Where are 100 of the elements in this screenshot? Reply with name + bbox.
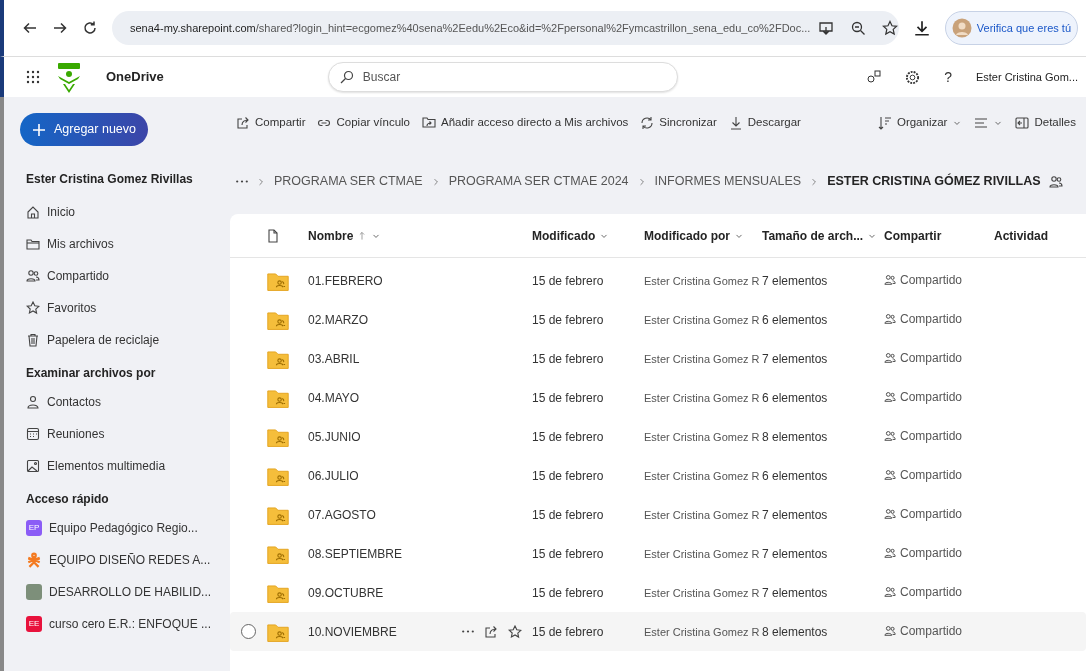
column-header[interactable]: Tamaño de arch... — [762, 226, 878, 245]
back-button[interactable] — [22, 20, 38, 36]
initials-avatar: EE — [26, 616, 42, 632]
sidebar-item[interactable]: Favoritos — [20, 292, 230, 324]
modified-by: Ester Cristina Gomez R — [644, 391, 760, 404]
file-row[interactable]: 09.OCTUBRE 15 de febrero Ester Cristina Gomez R 7 elementos Compartido — [230, 573, 1086, 612]
settings-icon[interactable] — [905, 69, 921, 85]
app-launcher-icon[interactable] — [26, 70, 40, 84]
profile-label: Verifica que eres tú — [976, 20, 1071, 36]
section-heading: Examinar archivos por — [25, 365, 157, 382]
file-row[interactable]: 05.JUNIO 15 de febrero Ester Cristina Gomez R 8 elementos Compartido — [230, 417, 1086, 456]
file-row[interactable]: 01.FEBRERO 15 de febrero Ester Cristina Gomez R 7 elementos Compartido — [230, 261, 1086, 300]
reload-button[interactable] — [82, 20, 98, 36]
file-row[interactable]: 10.NOVIEMBRE 15 de febrero Ester Cristina Gomez R 8 elementos Compartido — [230, 612, 1086, 651]
section-heading: Acceso rápido — [25, 491, 110, 508]
quick-access-item[interactable]: DESARROLLO DE HABILID... — [20, 576, 230, 608]
shortcut-icon — [422, 116, 436, 130]
toolbar-button[interactable]: Organizar — [877, 114, 963, 132]
quick-access-item[interactable]: EQUIPO DISEÑO REDES A... — [20, 544, 230, 576]
sidebar-item[interactable]: Mis archivos — [20, 228, 230, 260]
address-bar[interactable]: sena4-my.sharepoint.com/shared?login_hint=ecgomez%40sena%2Eedu%2Eco&id=%2Fpersonal%2Fymcastrillon_sena_edu_co%2FDoc... — [112, 11, 899, 45]
modified-date: 15 de febrero — [532, 312, 604, 327]
file-row[interactable]: 07.AGOSTO 15 de febrero Ester Cristina Gomez R 7 elementos Compartido — [230, 495, 1086, 534]
file-name[interactable]: 01.FEBRERO — [308, 271, 383, 290]
sidebar-item[interactable]: Papelera de reciclaje — [20, 324, 230, 356]
people-icon — [884, 351, 896, 364]
modified-by: Ester Cristina Gomez R — [644, 430, 760, 443]
file-row[interactable]: 02.MARZO 15 de febrero Ester Cristina Gomez R 6 elementos Compartido — [230, 300, 1086, 339]
file-row[interactable]: 06.JULIO 15 de febrero Ester Cristina Gomez R 6 elementos Compartido — [230, 456, 1086, 495]
search-field[interactable]: Buscar — [327, 62, 678, 92]
breadcrumb-link[interactable]: INFORMES MENSUALES — [654, 172, 802, 191]
folder-icon — [26, 237, 40, 251]
column-header[interactable]: Nombre — [308, 226, 382, 245]
initials-avatar: EP — [26, 520, 42, 536]
modified-date: 15 de febrero — [532, 390, 604, 405]
help-button[interactable]: ? — [944, 66, 952, 88]
file-row[interactable]: 04.MAYO 15 de febrero Ester Cristina Gomez R 6 elementos Compartido — [230, 378, 1086, 417]
column-header[interactable]: Modificado — [532, 226, 610, 245]
photo-placeholder — [26, 584, 42, 600]
people-icon — [26, 269, 40, 283]
file-name[interactable]: 10.NOVIEMBRE — [308, 622, 397, 641]
sidebar-item[interactable]: Inicio — [20, 196, 230, 228]
more-actions-button[interactable] — [462, 630, 474, 633]
sidebar-item[interactable]: Elementos multimedia — [20, 450, 230, 482]
people-icon — [884, 468, 896, 481]
file-name[interactable]: 09.OCTUBRE — [308, 583, 384, 602]
sharing-status: Compartido — [884, 582, 963, 601]
file-name[interactable]: 07.AGOSTO — [308, 505, 376, 524]
toolbar-button[interactable]: Compartir — [236, 114, 306, 132]
modified-by: Ester Cristina Gomez R — [644, 508, 760, 521]
sharing-status: Compartido — [884, 465, 963, 484]
file-name[interactable]: 05.JUNIO — [308, 427, 361, 446]
people-icon — [884, 390, 896, 403]
image-icon — [26, 459, 40, 473]
star-icon[interactable] — [508, 624, 522, 639]
item-count: 6 elementos — [762, 390, 828, 405]
app-name[interactable]: OneDrive — [106, 67, 164, 87]
column-header[interactable]: Actividad — [994, 226, 1048, 245]
column-header[interactable]: Compartir — [884, 226, 942, 245]
column-header[interactable]: Modificado por — [644, 226, 744, 245]
file-name[interactable]: 03.ABRIL — [308, 349, 360, 368]
file-name[interactable]: 02.MARZO — [308, 310, 368, 329]
profile-button[interactable]: Verifica que eres tú — [944, 11, 1078, 45]
breadcrumb-link[interactable]: PROGRAMA SER CTMAE 2024 — [448, 172, 629, 191]
more-button[interactable] — [236, 180, 248, 183]
sidebar-item[interactable]: Compartido — [20, 260, 230, 292]
share-icon[interactable] — [484, 624, 498, 639]
item-count: 7 elementos — [762, 351, 828, 366]
user-name[interactable]: Ester Cristina Gom... — [975, 68, 1078, 86]
sidebar-item[interactable]: Contactos — [20, 386, 230, 418]
toolbar-button[interactable]: Añadir acceso directo a Mis archivos — [422, 114, 629, 132]
file-name[interactable]: 04.MAYO — [308, 388, 360, 407]
sharing-status: Compartido — [884, 543, 963, 562]
breadcrumb-link[interactable]: PROGRAMA SER CTMAE — [274, 172, 423, 191]
star-icon[interactable] — [882, 20, 899, 36]
quick-access-item[interactable]: EP Equipo Pedagógico Regio... — [20, 512, 230, 544]
toolbar-button[interactable]: Descargar — [728, 114, 801, 132]
toolbar-button[interactable]: Sincronizar — [640, 114, 717, 132]
file-row[interactable]: 08.SEPTIEMBRE 15 de febrero Ester Cristina Gomez R 7 elementos Compartido — [230, 534, 1086, 573]
people-icon — [884, 507, 896, 520]
people-icon — [884, 312, 896, 325]
file-name[interactable]: 08.SEPTIEMBRE — [308, 544, 403, 563]
sharing-status: Compartido — [884, 387, 963, 406]
add-new-button[interactable]: Agregar nuevo — [20, 113, 148, 146]
diagram-icon[interactable] — [867, 70, 882, 84]
zoom-icon[interactable] — [850, 20, 867, 36]
sidebar-item[interactable]: Reuniones — [20, 418, 230, 450]
row-select-radio[interactable] — [240, 624, 256, 639]
download-icon[interactable] — [912, 19, 931, 37]
people-icon — [884, 546, 896, 559]
modified-by: Ester Cristina Gomez R — [644, 469, 760, 482]
quick-access-item[interactable]: EE curso cero E.R.: ENFOQUE ... — [20, 608, 230, 640]
file-row[interactable]: 03.ABRIL 15 de febrero Ester Cristina Gomez R 7 elementos Compartido — [230, 339, 1086, 378]
forward-button[interactable] — [52, 20, 68, 36]
install-app-icon[interactable] — [818, 20, 835, 36]
trash-icon — [26, 333, 40, 347]
breadcrumb-link[interactable]: ESTER CRISTINA GÓMEZ RIVILLAS — [827, 172, 1041, 191]
toolbar-button[interactable]: Copiar vínculo — [317, 114, 410, 132]
toolbar-button[interactable]: Detalles — [1015, 114, 1076, 132]
file-name[interactable]: 06.JULIO — [308, 466, 359, 485]
